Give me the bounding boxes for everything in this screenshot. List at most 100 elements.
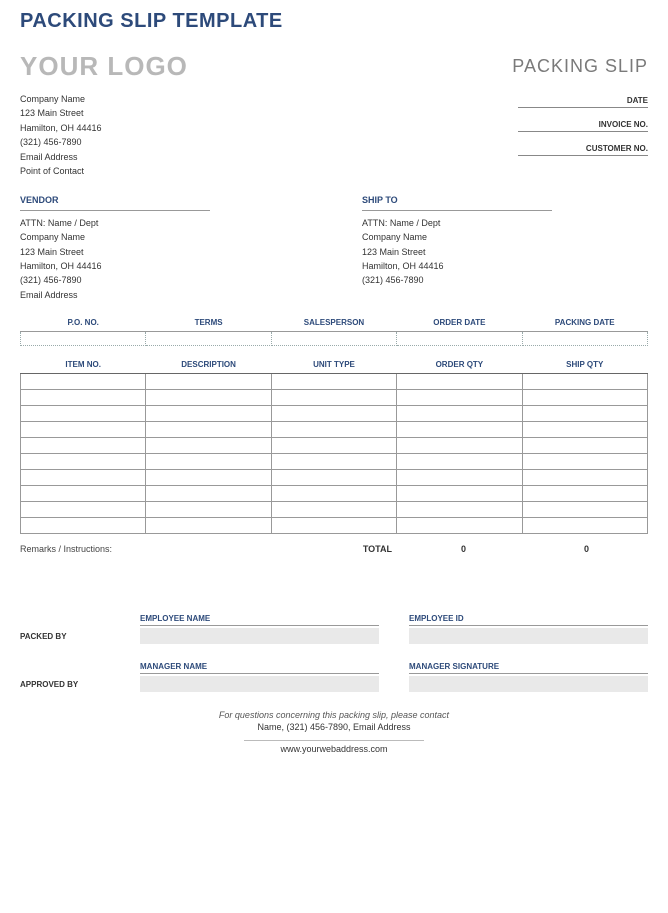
item-cell[interactable]	[21, 518, 146, 534]
item-cell[interactable]	[271, 470, 396, 486]
item-cell[interactable]	[522, 422, 647, 438]
company-name: Company Name	[20, 92, 102, 106]
item-cell[interactable]	[271, 406, 396, 422]
item-cell[interactable]	[146, 406, 271, 422]
ship-phone: (321) 456-7890	[362, 273, 648, 287]
item-cell[interactable]	[21, 422, 146, 438]
item-cell[interactable]	[397, 470, 522, 486]
item-cell[interactable]	[397, 422, 522, 438]
footer-web-address: www.yourwebaddress.com	[244, 740, 424, 754]
item-cell[interactable]	[271, 486, 396, 502]
packed-by-label: PACKED BY	[20, 632, 140, 644]
item-cell[interactable]	[146, 502, 271, 518]
vendor-company: Company Name	[20, 230, 334, 244]
item-cell[interactable]	[397, 374, 522, 390]
item-row	[21, 438, 648, 454]
packing-date-cell[interactable]	[522, 332, 647, 346]
item-cell[interactable]	[21, 470, 146, 486]
item-cell[interactable]	[522, 406, 647, 422]
item-cell[interactable]	[522, 390, 647, 406]
item-cell[interactable]	[522, 518, 647, 534]
item-cell[interactable]	[146, 390, 271, 406]
page-title: PACKING SLIP TEMPLATE	[20, 10, 648, 33]
item-cell[interactable]	[21, 486, 146, 502]
logo-placeholder: YOUR LOGO	[20, 51, 188, 82]
item-row	[21, 470, 648, 486]
item-cell[interactable]	[21, 390, 146, 406]
item-row	[21, 374, 648, 390]
company-street: 123 Main Street	[20, 106, 102, 120]
vendor-attn: ATTN: Name / Dept	[20, 216, 334, 230]
vendor-street: 123 Main Street	[20, 245, 334, 259]
footer-questions-line: For questions concerning this packing sl…	[20, 710, 648, 720]
employee-id-field: EMPLOYEE ID	[409, 614, 648, 644]
item-cell[interactable]	[271, 454, 396, 470]
item-cell[interactable]	[146, 374, 271, 390]
item-cell[interactable]	[397, 454, 522, 470]
item-cell[interactable]	[397, 390, 522, 406]
terms-cell[interactable]	[146, 332, 271, 346]
item-row	[21, 406, 648, 422]
item-cell[interactable]	[146, 422, 271, 438]
item-cell[interactable]	[21, 454, 146, 470]
item-cell[interactable]	[271, 438, 396, 454]
item-cell[interactable]	[146, 470, 271, 486]
item-cell[interactable]	[21, 502, 146, 518]
item-cell[interactable]	[271, 390, 396, 406]
item-cell[interactable]	[397, 518, 522, 534]
company-contact: Point of Contact	[20, 164, 102, 178]
item-cell[interactable]	[21, 374, 146, 390]
packing-slip-label: PACKING SLIP	[512, 56, 648, 77]
packed-by-block: PACKED BY EMPLOYEE NAME EMPLOYEE ID	[20, 614, 648, 644]
item-cell[interactable]	[21, 406, 146, 422]
footer: For questions concerning this packing sl…	[20, 710, 648, 754]
items-header-item-no: ITEM NO.	[21, 356, 146, 374]
item-cell[interactable]	[522, 502, 647, 518]
items-header-unit-type: UNIT TYPE	[271, 356, 396, 374]
employee-name-input[interactable]	[140, 628, 379, 644]
item-row	[21, 422, 648, 438]
item-cell[interactable]	[146, 438, 271, 454]
item-cell[interactable]	[397, 438, 522, 454]
po-no-cell[interactable]	[21, 332, 146, 346]
manager-name-input[interactable]	[140, 676, 379, 692]
item-cell[interactable]	[397, 406, 522, 422]
items-header-order-qty: ORDER QTY	[397, 356, 522, 374]
item-cell[interactable]	[522, 374, 647, 390]
employee-id-input[interactable]	[409, 628, 648, 644]
item-cell[interactable]	[522, 438, 647, 454]
item-cell[interactable]	[522, 470, 647, 486]
order-date-cell[interactable]	[397, 332, 522, 346]
footer-contact-line: Name, (321) 456-7890, Email Address	[20, 722, 648, 732]
item-cell[interactable]	[397, 486, 522, 502]
item-cell[interactable]	[271, 374, 396, 390]
company-phone: (321) 456-7890	[20, 135, 102, 149]
meta-invoice-label: INVOICE NO.	[518, 116, 648, 132]
items-header-ship-qty: SHIP QTY	[522, 356, 647, 374]
remarks-label: Remarks / Instructions:	[20, 544, 278, 554]
item-cell[interactable]	[146, 518, 271, 534]
item-row	[21, 486, 648, 502]
vendor-ship-row: VENDOR ATTN: Name / Dept Company Name 12…	[20, 193, 648, 302]
manager-name-field: MANAGER NAME	[140, 662, 379, 692]
total-cells: TOTAL 0 0	[278, 544, 648, 554]
salesperson-cell[interactable]	[271, 332, 396, 346]
item-cell[interactable]	[522, 486, 647, 502]
item-cell[interactable]	[271, 518, 396, 534]
item-cell[interactable]	[271, 422, 396, 438]
total-ship-qty: 0	[525, 544, 648, 554]
meta-fields: DATE INVOICE NO. CUSTOMER NO.	[518, 92, 648, 178]
manager-signature-input[interactable]	[409, 676, 648, 692]
item-row	[21, 390, 648, 406]
item-cell[interactable]	[21, 438, 146, 454]
item-cell[interactable]	[522, 454, 647, 470]
item-cell[interactable]	[146, 486, 271, 502]
po-input-row	[21, 332, 648, 346]
item-cell[interactable]	[271, 502, 396, 518]
total-label: TOTAL	[278, 544, 402, 554]
item-cell[interactable]	[397, 502, 522, 518]
item-cell[interactable]	[146, 454, 271, 470]
employee-id-heading: EMPLOYEE ID	[409, 614, 648, 626]
ship-to-column: SHIP TO ATTN: Name / Dept Company Name 1…	[334, 193, 648, 302]
manager-name-heading: MANAGER NAME	[140, 662, 379, 674]
